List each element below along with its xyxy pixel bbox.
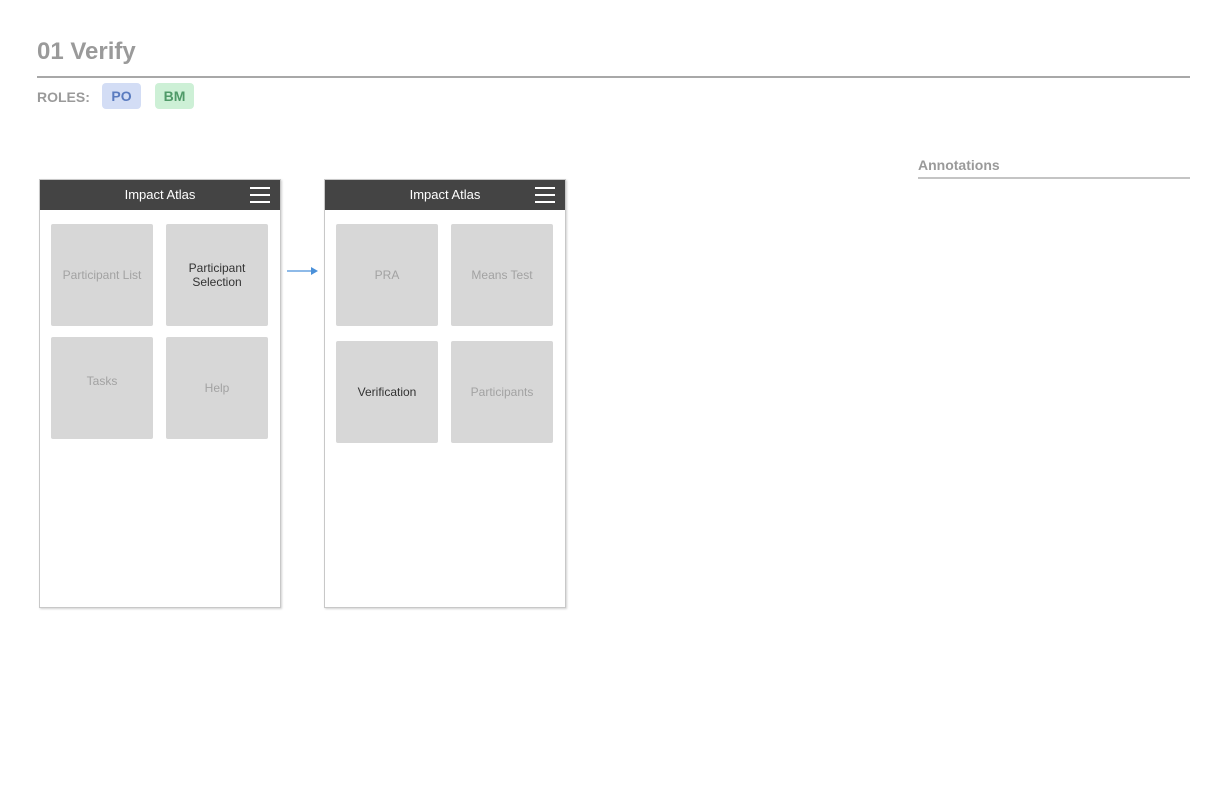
tile-label: Verification [357, 385, 417, 399]
annotations-heading: Annotations [918, 157, 1190, 179]
tile-pra[interactable]: PRA [336, 224, 438, 326]
tile-participants[interactable]: Participants [451, 341, 553, 443]
tile-label: Participant Selection [188, 261, 246, 289]
role-badge-bm: BM [155, 83, 194, 109]
app-title: Impact Atlas [124, 187, 196, 202]
tile-means-test[interactable]: Means Test [451, 224, 553, 326]
app-title: Impact Atlas [409, 187, 481, 202]
tile-label: Participants [470, 385, 534, 399]
tile-participant-selection[interactable]: Participant Selection [166, 224, 268, 326]
tile-label: Participant List [62, 268, 142, 282]
app-header: Impact Atlas [40, 180, 280, 210]
tile-help[interactable]: Help [166, 337, 268, 439]
tile-label: PRA [374, 268, 400, 282]
role-badge-po: PO [102, 83, 141, 109]
tile-tasks[interactable]: Tasks [51, 337, 153, 439]
title-divider [37, 76, 1190, 78]
tile-participant-list[interactable]: Participant List [51, 224, 153, 326]
hamburger-menu-icon[interactable] [535, 187, 555, 203]
tile-label: Help [204, 381, 230, 395]
flow-arrow-icon [287, 267, 318, 275]
tile-verification[interactable]: Verification [336, 341, 438, 443]
hamburger-menu-icon[interactable] [250, 187, 270, 203]
page-title: 01 Verify [37, 38, 136, 65]
roles-label: ROLES: [37, 89, 90, 105]
tile-label: Tasks [86, 374, 118, 388]
phone-screen-home: Impact Atlas Participant List Participan… [39, 179, 281, 608]
tile-label: Means Test [471, 268, 533, 282]
phone-screen-participant-selection: Impact Atlas PRA Means Test Verification… [324, 179, 566, 608]
app-header: Impact Atlas [325, 180, 565, 210]
